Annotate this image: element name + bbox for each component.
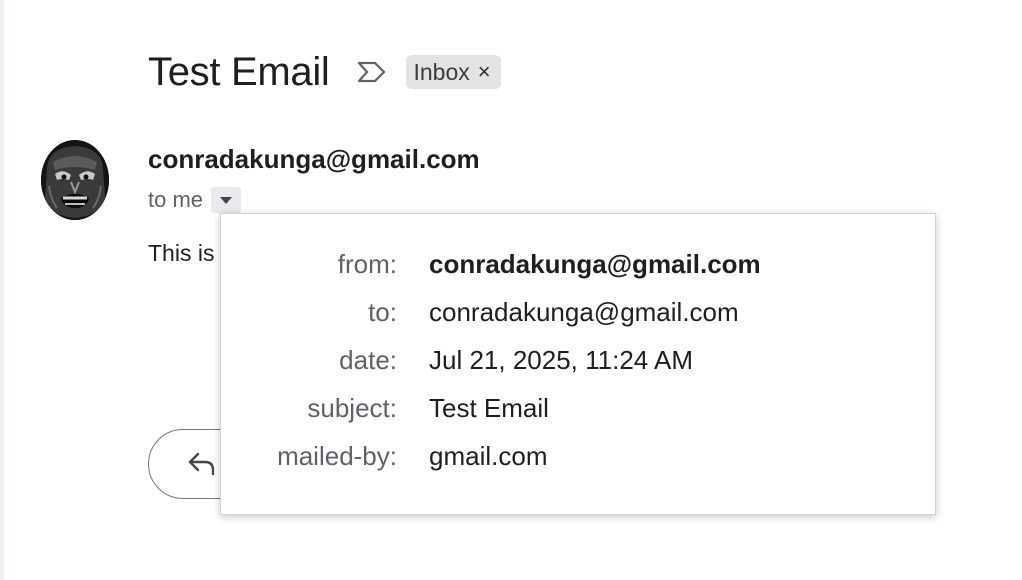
details-value: gmail.com — [429, 440, 548, 471]
sender-email-address[interactable]: conradakunga@gmail.com — [148, 144, 480, 175]
details-label: from: — [337, 248, 397, 279]
inbox-label-chip: Inbox × — [405, 55, 501, 89]
remove-label-close-icon[interactable]: × — [478, 61, 491, 83]
recipients-text: to me — [148, 187, 204, 212]
details-value: conradakunga@gmail.com — [429, 248, 761, 279]
details-value: Test Email — [429, 392, 549, 423]
message-details-popup: from: conradakunga@gmail.com to: conrada… — [220, 213, 936, 515]
email-subject: Test Email — [148, 49, 330, 94]
show-details-button[interactable] — [211, 187, 242, 213]
avatar-image — [41, 140, 109, 220]
importance-marker-icon[interactable] — [356, 56, 388, 88]
details-value: conradakunga@gmail.com — [429, 296, 739, 327]
sender-avatar[interactable] — [41, 140, 109, 220]
details-label: date: — [339, 344, 397, 375]
details-label: to: — [368, 296, 397, 327]
details-row-from: from: conradakunga@gmail.com — [221, 244, 935, 284]
importance-marker-icon-svg — [357, 61, 385, 83]
left-edge-strip — [0, 0, 4, 580]
details-row-mailed-by: mailed-by: gmail.com — [221, 436, 935, 476]
subject-row: Test Email Inbox × — [148, 44, 501, 100]
label-chip-text: Inbox — [413, 58, 470, 85]
recipients-row: to me — [148, 185, 242, 215]
details-value: Jul 21, 2025, 11:24 AM — [429, 344, 694, 375]
details-label: mailed-by: — [277, 440, 397, 471]
caret-down-icon — [220, 196, 233, 204]
details-label: subject: — [307, 392, 397, 423]
details-row-to: to: conradakunga@gmail.com — [221, 292, 935, 332]
reply-arrow-icon — [188, 452, 215, 476]
details-row-subject: subject: Test Email — [221, 388, 935, 428]
email-body-text: This is — [148, 240, 215, 266]
details-row-date: date: Jul 21, 2025, 11:24 AM — [221, 340, 935, 380]
